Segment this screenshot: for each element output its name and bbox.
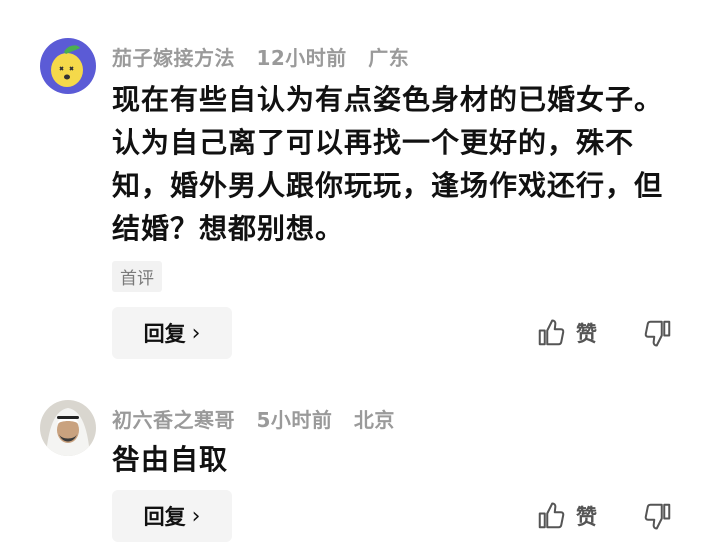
comment-meta: 初六香之寒哥 5小时前 北京 [112, 404, 409, 433]
dislike-button[interactable] [643, 501, 673, 535]
reply-label: 回复 [143, 322, 186, 346]
author-name[interactable]: 茄子嫁接方法 [112, 46, 235, 70]
avatar[interactable] [40, 400, 96, 456]
like-label: 赞 [576, 322, 597, 346]
comment-location: 广东 [368, 46, 410, 70]
author-name[interactable]: 初六香之寒哥 [112, 408, 235, 432]
first-comment-badge: 首评 [112, 261, 162, 292]
thumbs-up-icon [538, 502, 565, 529]
comment-item: 茄子嫁接方法 12小时前 广东 现在有些自认为有点姿色身材的已婚女子。认为自己离… [0, 0, 720, 380]
reply-button[interactable]: 回复 › [112, 490, 232, 542]
comment-text: 咎由自取 [112, 443, 229, 476]
like-label: 赞 [576, 505, 597, 529]
comment-item: 初六香之寒哥 5小时前 北京 咎由自取 回复 › 赞 [0, 380, 720, 558]
thumbs-down-icon [644, 503, 671, 530]
lemon-avatar-icon [40, 38, 96, 94]
user-photo-avatar-icon [40, 400, 96, 456]
chevron-right-icon: › [191, 503, 201, 529]
comment-text: 现在有些自认为有点姿色身材的已婚女子。认为自己离了可以再找一个更好的，殊不知，婚… [112, 83, 664, 245]
thumbs-down-icon [644, 320, 671, 347]
comment-time: 5小时前 [256, 408, 333, 432]
avatar[interactable] [40, 38, 96, 94]
reply-label: 回复 [143, 505, 186, 529]
thumbs-up-icon [538, 319, 565, 346]
comment-location: 北京 [353, 408, 395, 432]
reply-button[interactable]: 回复 › [112, 307, 232, 359]
dislike-button[interactable] [643, 318, 673, 352]
comment-time: 12小时前 [256, 46, 347, 70]
like-button[interactable]: 赞 [536, 318, 597, 348]
like-button[interactable]: 赞 [536, 501, 597, 531]
chevron-right-icon: › [191, 320, 201, 346]
comment-meta: 茄子嫁接方法 12小时前 广东 [112, 42, 423, 71]
